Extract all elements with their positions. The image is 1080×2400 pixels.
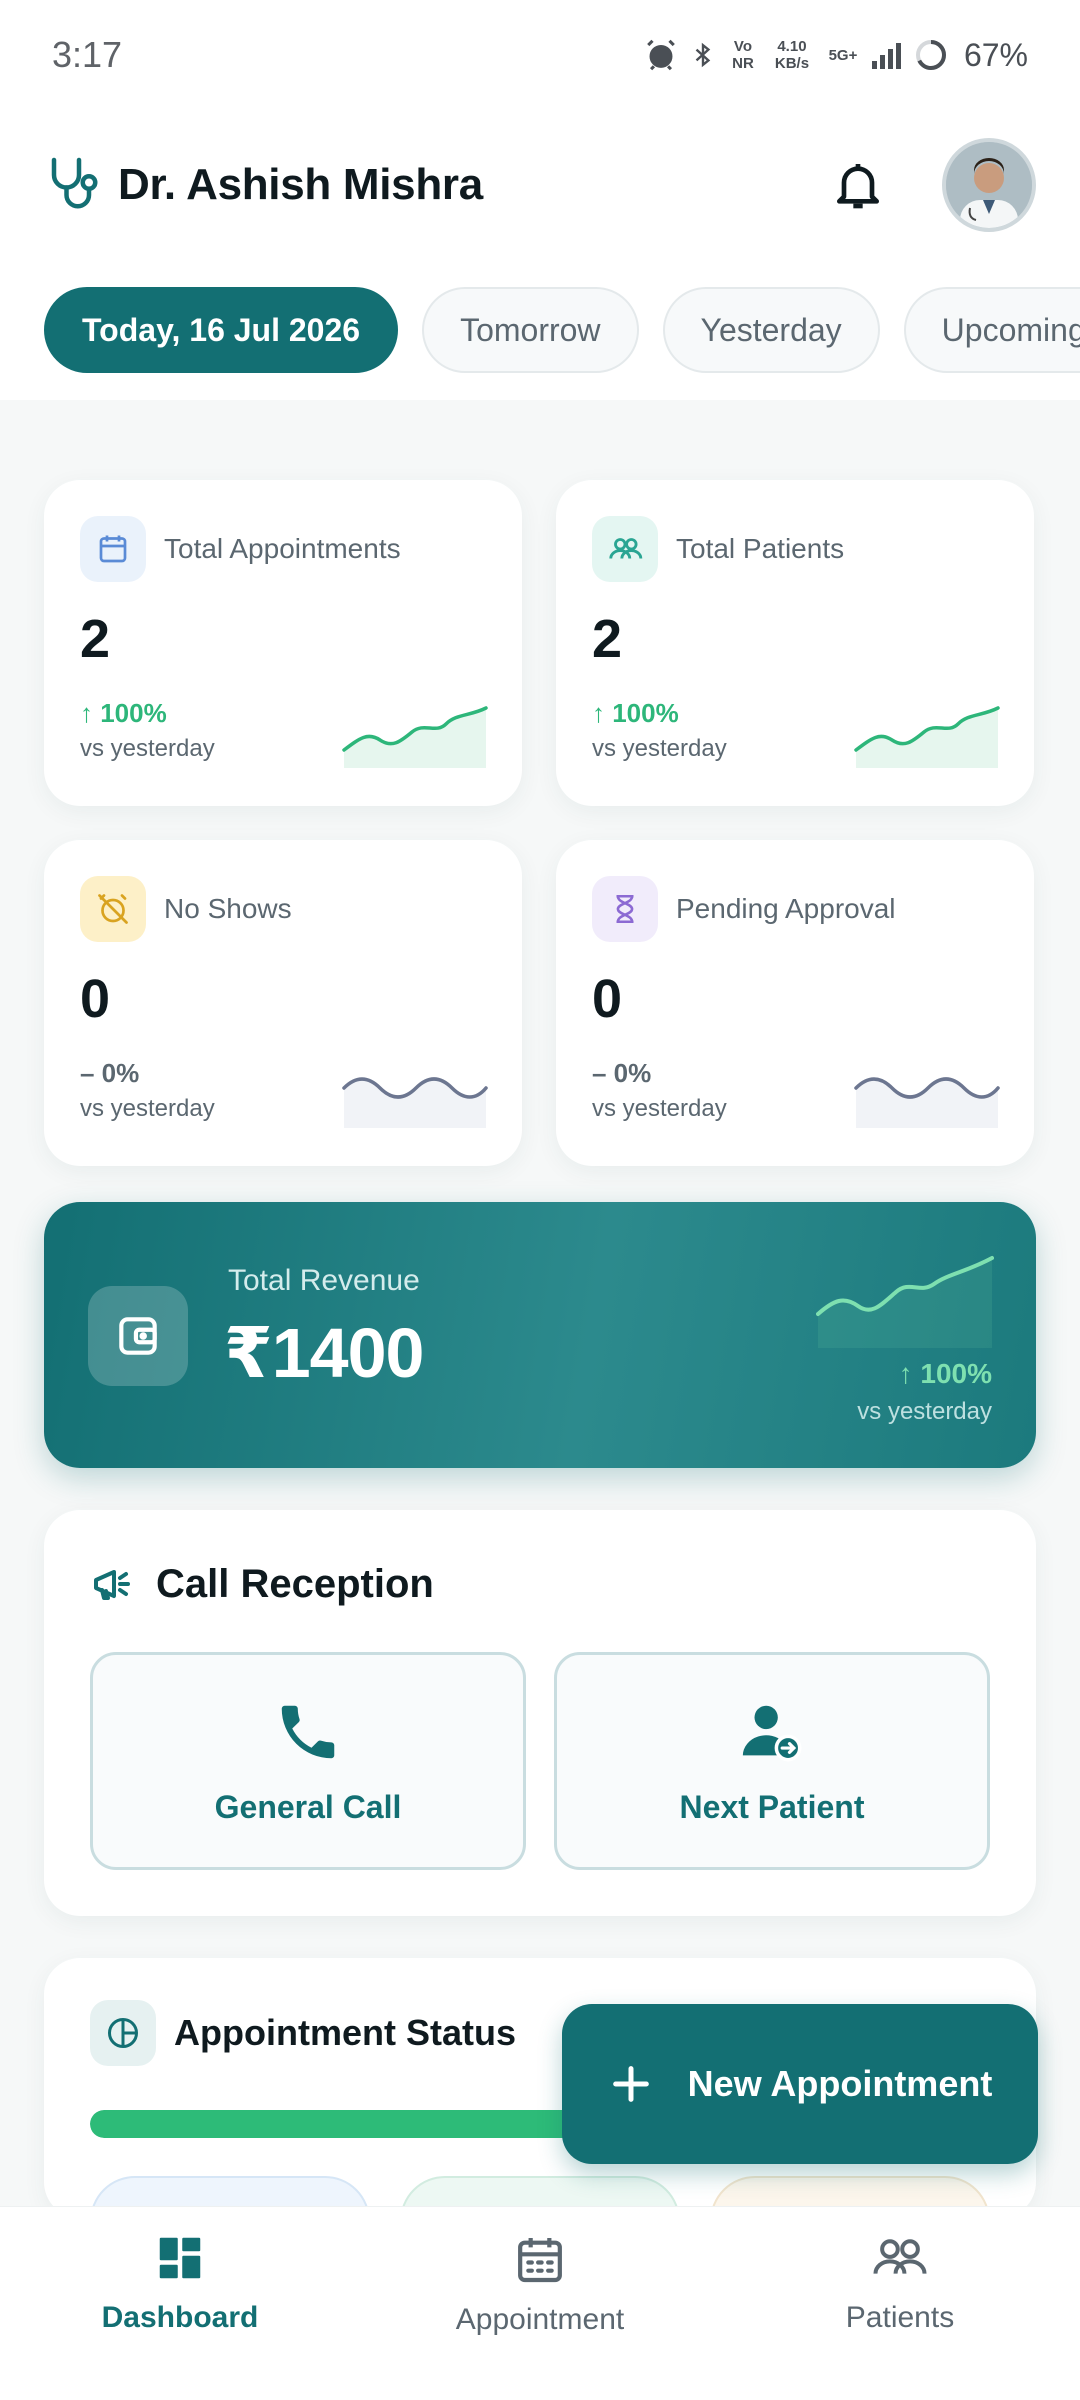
revenue-sparkline — [816, 1256, 994, 1348]
stat-value: 0 — [80, 969, 111, 1029]
avatar[interactable] — [942, 138, 1036, 232]
stat-label: Total Appointments — [164, 533, 401, 564]
users-icon — [873, 2239, 927, 2274]
calendar-icon — [80, 516, 146, 582]
nav-patients-label: Patients — [845, 2301, 955, 2334]
revenue-value: ₹1400 — [224, 1314, 424, 1392]
sparkline-flat — [342, 1077, 488, 1128]
new-appointment-label: New Appointment — [687, 2063, 993, 2104]
status-time: 3:17 — [52, 34, 123, 75]
total-revenue-card[interactable]: Total Revenue ₹1400 ↑ 100% vs yesterday — [44, 1202, 1036, 1468]
next-patient-label: Next Patient — [679, 1788, 865, 1825]
pie-chart-icon — [90, 2000, 156, 2066]
calendar-icon — [518, 2238, 562, 2283]
phone-icon — [281, 1705, 335, 1758]
stat-card-no-shows[interactable]: No Shows 0 – 0% vs yesterday — [44, 840, 522, 1166]
stat-card-pending-approval[interactable]: Pending Approval 0 – 0% vs yesterday — [556, 840, 1034, 1166]
call-reception-title: Call Reception — [156, 1561, 434, 1606]
stat-label: Pending Approval — [676, 893, 896, 924]
tab-upcoming[interactable]: Upcoming — [903, 287, 1080, 373]
bluetooth-icon — [695, 42, 711, 68]
date-filter-tabs: Today, 16 Jul 2026 Tomorrow Yesterday Up… — [0, 260, 1080, 400]
nav-patients[interactable]: Patients — [720, 2207, 1080, 2400]
bell-icon[interactable] — [830, 157, 886, 213]
battery-ring-icon — [915, 40, 946, 70]
volte-label: Vo NR — [732, 38, 754, 72]
plus-icon — [612, 2066, 649, 2102]
alarm-icon — [647, 39, 675, 71]
nav-dashboard[interactable]: Dashboard — [0, 2207, 360, 2400]
dashboard-icon — [159, 2237, 201, 2279]
sparkline-up — [342, 706, 488, 768]
stat-value: 0 — [592, 969, 623, 1029]
status-icons: Vo NR 4.10 KB/s 5G+ 67% — [644, 37, 1028, 74]
megaphone-icon — [94, 1570, 130, 1600]
stat-card-total-patients[interactable]: Total Patients 2 ↑ 100% vs yesterday — [556, 480, 1034, 806]
call-reception-card: Call Reception General Call Next Patient — [44, 1510, 1036, 1916]
user-next-icon — [742, 1705, 802, 1761]
revenue-label: Total Revenue — [228, 1264, 420, 1297]
stat-label: Total Patients — [676, 533, 845, 564]
doctor-photo — [946, 142, 1032, 228]
sparkline-flat — [854, 1077, 1000, 1128]
status-progress-fill — [90, 2110, 612, 2138]
stat-value: 2 — [592, 609, 623, 669]
users-icon — [592, 516, 658, 582]
signal-icon — [871, 43, 901, 69]
tab-yesterday[interactable]: Yesterday — [662, 287, 880, 373]
doctor-name: Dr. Ashish Mishra — [118, 160, 483, 209]
tab-today[interactable]: Today, 16 Jul 2026 — [44, 287, 399, 373]
new-appointment-button[interactable]: New Appointment — [562, 2004, 1038, 2164]
bottom-navigation: Dashboard Appointment Patients — [0, 2206, 1080, 2400]
wallet-icon — [88, 1286, 188, 1386]
revenue-compare-label: vs yesterday — [857, 1398, 992, 1425]
general-call-button[interactable]: General Call — [90, 1652, 526, 1870]
nav-appointment[interactable]: Appointment — [360, 2207, 720, 2400]
alarm-off-icon — [80, 876, 146, 942]
app-header: Dr. Ashish Mishra — [0, 110, 1080, 260]
sparkline-up — [854, 706, 1000, 768]
net-speed-label: 4.10 KB/s — [774, 38, 810, 72]
stat-label: No Shows — [164, 893, 292, 924]
stat-card-total-appointments[interactable]: Total Appointments 2 ↑ 100% vs yesterday — [44, 480, 522, 806]
battery-percent: 67% — [963, 36, 1028, 73]
status-bar: 3:17 Vo NR 4.10 KB/s 5G+ 67% — [0, 0, 1080, 110]
appointment-status-title: Appointment Status — [174, 2012, 516, 2053]
hourglass-icon — [592, 876, 658, 942]
nav-appointment-label: Appointment — [455, 2303, 625, 2336]
network-label: 5G+ — [828, 46, 858, 64]
tab-tomorrow[interactable]: Tomorrow — [422, 287, 639, 373]
nav-dashboard-label: Dashboard — [101, 2301, 259, 2334]
revenue-change: ↑ 100% — [898, 1358, 992, 1389]
stat-value: 2 — [80, 609, 111, 669]
general-call-label: General Call — [214, 1788, 402, 1825]
stethoscope-icon — [51, 157, 98, 209]
next-patient-button[interactable]: Next Patient — [554, 1652, 990, 1870]
